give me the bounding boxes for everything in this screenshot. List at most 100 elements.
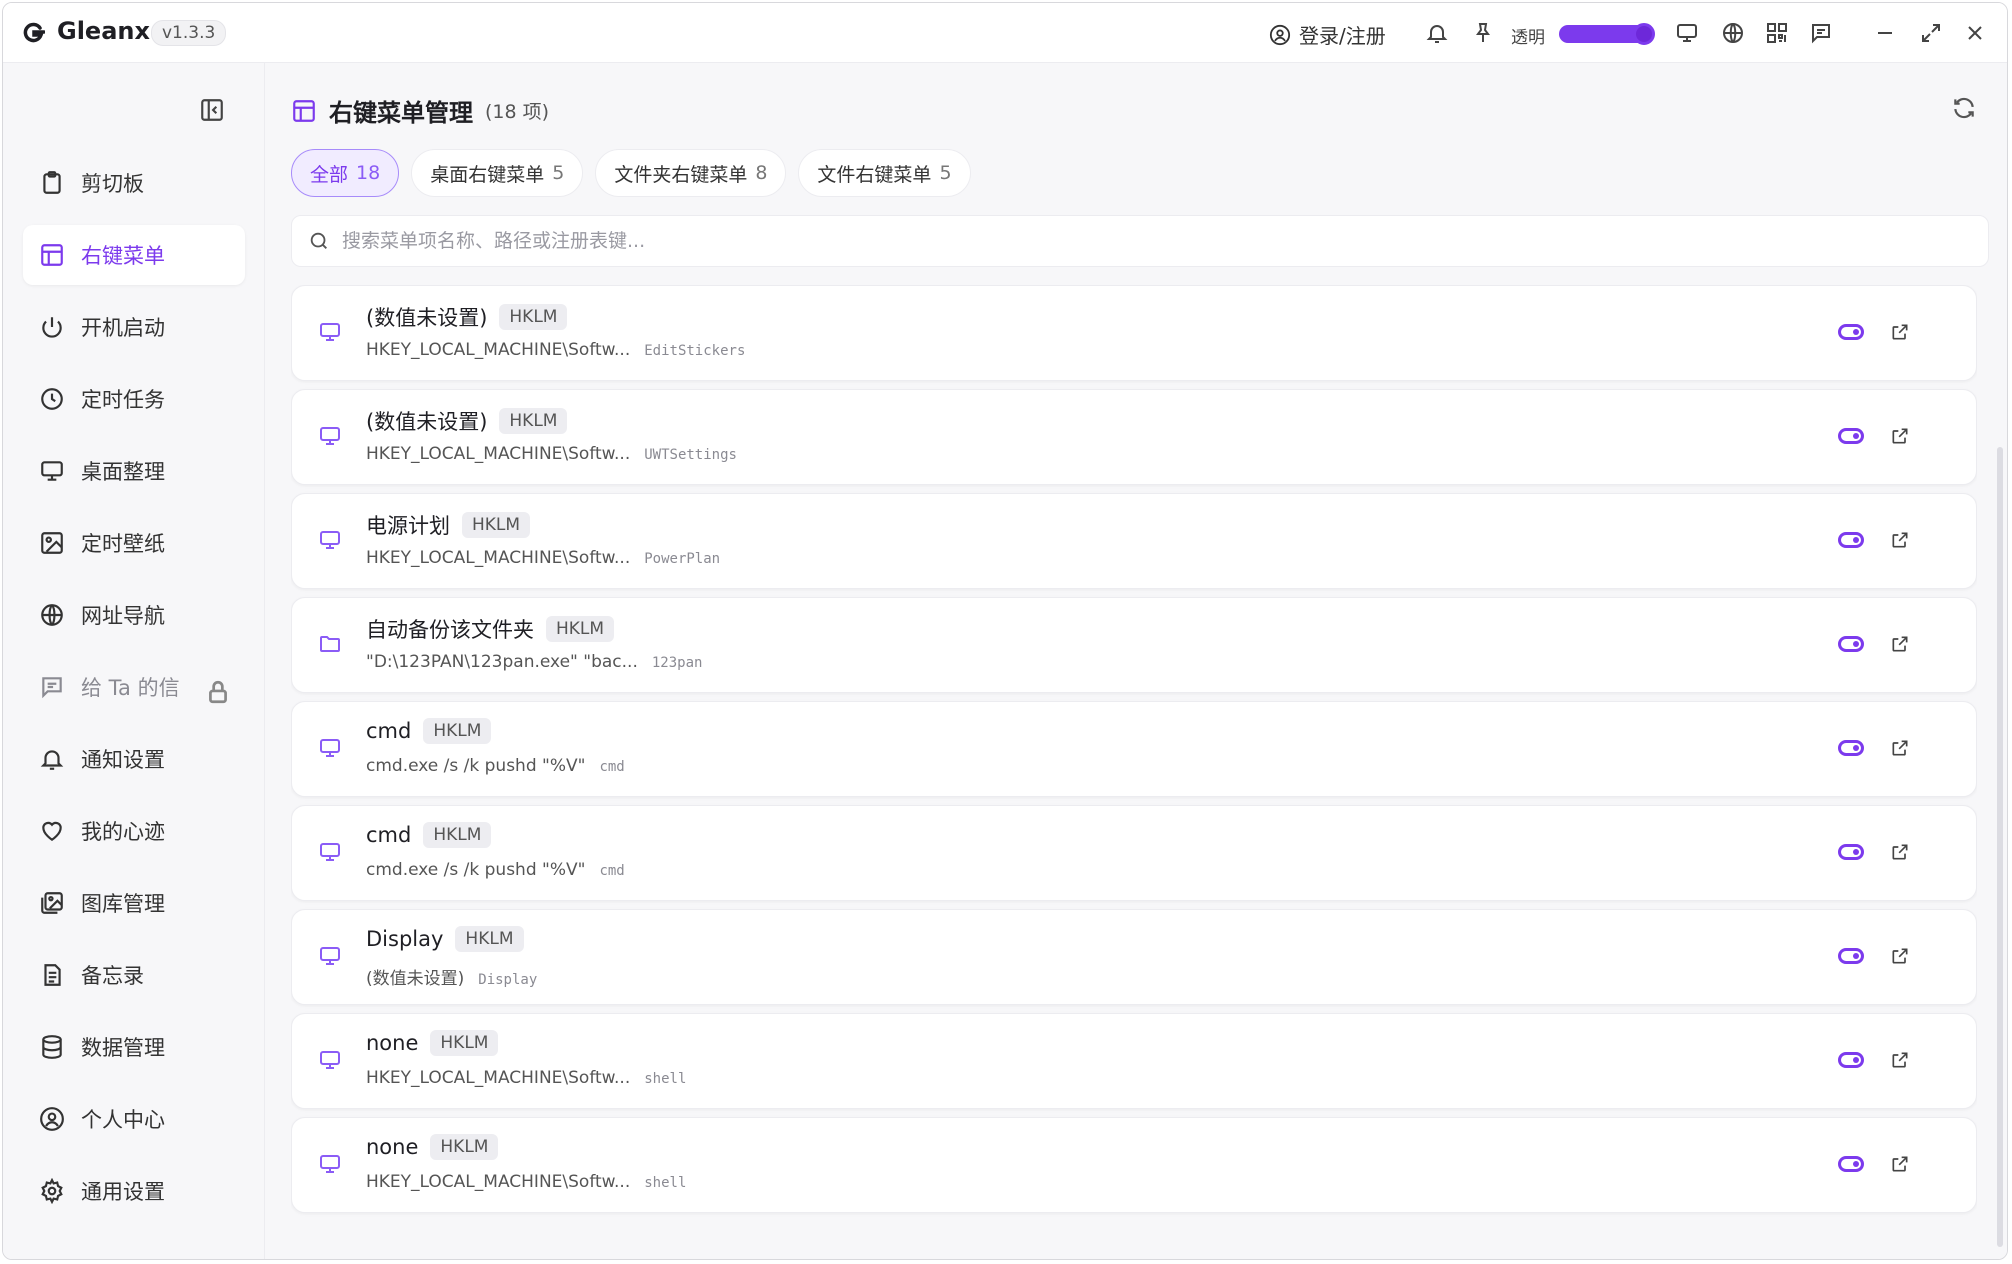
version-badge: v1.3.3: [151, 20, 227, 46]
sidebar-item-context-menu[interactable]: 右键菜单: [23, 225, 245, 285]
sidebar-item-wallpaper[interactable]: 定时壁纸: [23, 513, 245, 573]
login-button[interactable]: 登录/注册: [1269, 20, 1386, 49]
external-link-icon[interactable]: [1890, 426, 1910, 446]
list-item[interactable]: cmd HKLM cmd.exe /s /k pushd "%V" cmd: [291, 805, 1977, 901]
list-item[interactable]: 自动备份该文件夹 HKLM "D:\123PAN\123pan.exe" "ba…: [291, 597, 1977, 693]
enable-toggle[interactable]: [1838, 844, 1864, 860]
external-link-icon[interactable]: [1890, 842, 1910, 862]
transparency-slider[interactable]: [1559, 23, 1655, 45]
item-path: cmd.exe /s /k pushd "%V": [366, 860, 586, 880]
monitor-icon[interactable]: [1675, 21, 1699, 45]
item-name: Display: [366, 927, 444, 951]
item-name: 自动备份该文件夹: [366, 618, 534, 642]
sidebar-item-profile[interactable]: 个人中心: [23, 1089, 245, 1149]
item-name-line: none HKLM: [366, 1030, 499, 1056]
external-link-icon[interactable]: [1890, 738, 1910, 758]
bell-icon: [40, 750, 64, 770]
list-item[interactable]: (数值未设置) HKLM HKEY_LOCAL_MACHINE\Softw...…: [291, 285, 1977, 381]
sidebar-item-label: 右键菜单: [81, 244, 165, 268]
item-details: (数值未设置) Display: [366, 964, 537, 989]
enable-toggle[interactable]: [1838, 324, 1864, 340]
qrcode-icon[interactable]: [1765, 21, 1789, 45]
item-path: HKEY_LOCAL_MACHINE\Softw...: [366, 548, 631, 568]
item-name-line: cmd HKLM: [366, 822, 492, 848]
item-details: HKEY_LOCAL_MACHINE\Softw... shell: [366, 1172, 686, 1192]
list-item[interactable]: none HKLM HKEY_LOCAL_MACHINE\Softw... sh…: [291, 1117, 1977, 1213]
monitor-icon: [318, 840, 342, 864]
external-link-icon[interactable]: [1890, 634, 1910, 654]
item-name: cmd: [366, 823, 412, 847]
sidebar-item-data[interactable]: 数据管理: [23, 1017, 245, 1077]
monitor-icon: [318, 320, 342, 344]
hive-badge: HKLM: [462, 512, 531, 538]
tab-all[interactable]: 全部 18: [291, 149, 400, 197]
item-details: cmd.exe /s /k pushd "%V" cmd: [366, 860, 625, 880]
enable-toggle[interactable]: [1838, 740, 1864, 756]
pin-icon[interactable]: [1471, 21, 1495, 45]
enable-toggle[interactable]: [1838, 532, 1864, 548]
list-item[interactable]: Display HKLM (数值未设置) Display: [291, 909, 1977, 1005]
monitor-icon: [318, 424, 342, 448]
message-icon[interactable]: [1809, 21, 1833, 45]
search-input[interactable]: [342, 230, 1942, 252]
maximize-icon[interactable]: [1919, 21, 1943, 45]
list-item[interactable]: none HKLM HKEY_LOCAL_MACHINE\Softw... sh…: [291, 1013, 1977, 1109]
sidebar-item-memo[interactable]: 备忘录: [23, 945, 245, 1005]
registry-key: UWTSettings: [644, 447, 737, 463]
sidebar-item-desktop-organize[interactable]: 桌面整理: [23, 441, 245, 501]
sidebar-item-startup[interactable]: 开机启动: [23, 297, 245, 357]
hive-badge: HKLM: [423, 718, 492, 744]
page-title: 右键菜单管理 (18 项): [291, 93, 549, 128]
enable-toggle[interactable]: [1838, 636, 1864, 652]
sidebar-item-notifications[interactable]: 通知设置: [23, 729, 245, 789]
sidebar: 剪切板 右键菜单 开机启动 定时任务 桌面整理 定时壁纸 网址导航 给 Ta 的…: [3, 63, 265, 1259]
hive-badge: HKLM: [430, 1030, 499, 1056]
enable-toggle[interactable]: [1838, 428, 1864, 444]
tab-folder-menu[interactable]: 文件夹右键菜单 8: [595, 149, 787, 197]
tab-count: 18: [356, 162, 381, 184]
monitor-icon: [318, 1152, 342, 1176]
close-icon[interactable]: [1963, 21, 1987, 45]
sidebar-item-label: 图库管理: [81, 892, 165, 916]
item-name: 电源计划: [366, 514, 450, 538]
power-icon: [42, 317, 62, 338]
clock-icon: [41, 388, 63, 410]
tab-label: 桌面右键菜单: [430, 163, 545, 186]
list-item[interactable]: (数值未设置) HKLM HKEY_LOCAL_MACHINE\Softw...…: [291, 389, 1977, 485]
external-link-icon[interactable]: [1890, 1154, 1910, 1174]
list-item[interactable]: 电源计划 HKLM HKEY_LOCAL_MACHINE\Softw... Po…: [291, 493, 1977, 589]
sidebar-item-clipboard[interactable]: 剪切板: [23, 153, 245, 213]
sidebar-item-settings[interactable]: 通用设置: [23, 1161, 245, 1221]
sidebar-item-scheduled-tasks[interactable]: 定时任务: [23, 369, 245, 429]
enable-toggle[interactable]: [1838, 948, 1864, 964]
external-link-icon[interactable]: [1890, 322, 1910, 342]
sidebar-item-heart[interactable]: 我的心迹: [23, 801, 245, 861]
scrollbar[interactable]: [1997, 447, 2003, 1247]
external-link-icon[interactable]: [1890, 1050, 1910, 1070]
collapse-sidebar-icon[interactable]: [199, 97, 225, 123]
slider-knob[interactable]: [1633, 23, 1655, 45]
list-item[interactable]: cmd HKLM cmd.exe /s /k pushd "%V" cmd: [291, 701, 1977, 797]
external-link-icon[interactable]: [1890, 530, 1910, 550]
enable-toggle[interactable]: [1838, 1052, 1864, 1068]
item-details: HKEY_LOCAL_MACHINE\Softw... EditStickers: [366, 340, 745, 360]
sidebar-item-letter[interactable]: 给 Ta 的信: [23, 657, 245, 717]
minimize-icon[interactable]: [1873, 21, 1897, 45]
message-icon: [42, 677, 62, 699]
globe-icon[interactable]: [1721, 21, 1745, 45]
refresh-icon[interactable]: [1951, 95, 1977, 121]
hive-badge: HKLM: [546, 616, 615, 642]
bell-icon[interactable]: [1425, 21, 1449, 45]
item-path: cmd.exe /s /k pushd "%V": [366, 756, 586, 776]
enable-toggle[interactable]: [1838, 1156, 1864, 1172]
tab-file-menu[interactable]: 文件右键菜单 5: [798, 149, 971, 197]
external-link-icon[interactable]: [1890, 946, 1910, 966]
sidebar-item-url-nav[interactable]: 网址导航: [23, 585, 245, 645]
tab-desktop-menu[interactable]: 桌面右键菜单 5: [411, 149, 584, 197]
sidebar-item-label: 通用设置: [81, 1180, 165, 1204]
login-label: 登录/注册: [1299, 24, 1386, 48]
item-details: "D:\123PAN\123pan.exe" "bac... 123pan: [366, 652, 702, 672]
sidebar-item-label: 通知设置: [81, 748, 165, 772]
sidebar-item-gallery[interactable]: 图库管理: [23, 873, 245, 933]
item-path: HKEY_LOCAL_MACHINE\Softw...: [366, 444, 631, 464]
